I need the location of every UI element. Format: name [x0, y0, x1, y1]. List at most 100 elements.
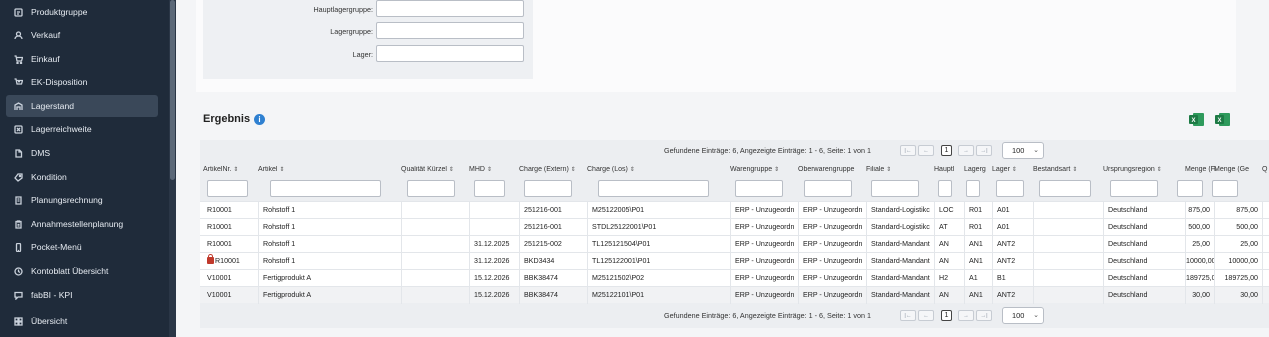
page-size-select[interactable]: 100 ⌄: [1002, 307, 1044, 324]
lagergruppe-input[interactable]: [376, 22, 524, 39]
column-filter-input[interactable]: [1212, 180, 1238, 197]
column-filter-input[interactable]: [1039, 180, 1091, 197]
sidebar-item-produktgruppe[interactable]: Produktgruppe: [6, 1, 158, 23]
table-cell: H2: [934, 270, 964, 287]
table-cell: [1262, 287, 1269, 304]
table-row[interactable]: R10001 Rohstoff 1 31.12.2025 251215-002 TL12…: [200, 235, 1269, 253]
page-size-select[interactable]: 100 ⌄: [1002, 142, 1044, 159]
column-filter-input[interactable]: [1110, 180, 1158, 197]
column-filter-input[interactable]: [804, 180, 852, 197]
column-filter-input[interactable]: [966, 180, 980, 197]
column-header[interactable]: Bestandsart ⇕: [1033, 166, 1105, 173]
column-filter-input[interactable]: [474, 180, 505, 197]
excel-icon[interactable]: X: [1214, 112, 1231, 127]
sidebar-item-verkauf[interactable]: Verkauf: [6, 24, 158, 46]
table-cell: [1033, 253, 1103, 270]
column-header[interactable]: Warengruppe ⇕: [730, 166, 800, 173]
table-row[interactable]: V10001 Fertigprodukt A 15.12.2026 BBK38474 M…: [200, 286, 1269, 304]
column-filter-input[interactable]: [207, 180, 248, 197]
column-header[interactable]: Charge (Los) ⇕: [587, 166, 732, 173]
column-header[interactable]: Menge (Fre: [1185, 166, 1216, 173]
next-page-button[interactable]: →: [958, 145, 974, 156]
column-header[interactable]: Hauptl: [934, 166, 966, 173]
sort-icon[interactable]: ⇕: [886, 167, 891, 173]
sidebar-item-lagerreichweite[interactable]: Lagerreichweite: [6, 118, 158, 140]
sidebar-item-lagerstand[interactable]: Lagerstand: [6, 95, 158, 117]
sidebar-item-übersicht[interactable]: Übersicht: [6, 310, 158, 332]
column-header[interactable]: Qualität Kürzel ⇕: [401, 166, 471, 173]
column-header[interactable]: Lager ⇕: [992, 166, 1035, 173]
column-header[interactable]: Q: [1262, 166, 1269, 173]
table-cell: M25122005\P01: [587, 202, 730, 219]
table-cell: [401, 202, 469, 219]
table-row[interactable]: R10001 Rohstoff 1 251216-001 M25122005\P01 E…: [200, 201, 1269, 219]
sort-icon[interactable]: ⇕: [487, 167, 492, 173]
sort-icon[interactable]: ⇕: [1157, 167, 1162, 173]
column-header-label: Bestandsart: [1033, 166, 1071, 173]
sidebar-item-kontoblatt-übersicht[interactable]: Kontoblatt Übersicht: [6, 260, 158, 282]
column-header[interactable]: Lagerg: [964, 166, 994, 173]
next-page-button[interactable]: →: [958, 310, 974, 321]
table-cell: AN1: [964, 287, 992, 304]
column-filter-input[interactable]: [938, 180, 952, 197]
info-icon[interactable]: i: [254, 114, 265, 125]
table-cell: B1: [992, 270, 1033, 287]
table-row[interactable]: R10001 Rohstoff 1 31.12.2026 BKD3434 TL12512…: [200, 252, 1269, 270]
table-cell: 30,00: [1214, 287, 1262, 304]
sidebar-item-einkauf[interactable]: Einkauf: [6, 48, 158, 70]
first-page-button[interactable]: |←: [900, 310, 916, 321]
column-filter-input[interactable]: [407, 180, 455, 197]
sort-icon[interactable]: ⇕: [630, 167, 635, 173]
prev-page-button[interactable]: ←: [918, 310, 934, 321]
column-header[interactable]: ArtikelNr. ⇕: [203, 166, 260, 173]
sort-icon[interactable]: ⇕: [1012, 167, 1017, 173]
sort-icon[interactable]: ⇕: [1072, 167, 1077, 173]
column-header[interactable]: Menge (Ge: [1214, 166, 1264, 173]
hauptlagergruppe-input[interactable]: [376, 0, 524, 17]
last-page-button[interactable]: →|: [976, 145, 992, 156]
prev-page-button[interactable]: ←: [918, 145, 934, 156]
sidebar-item-planungsrechnung[interactable]: Planungsrechnung: [6, 189, 158, 211]
column-header-label: Oberwarengruppe: [798, 166, 855, 173]
sidebar-item-label: fabBI - KPI: [31, 290, 73, 300]
sidebar-item-ek-disposition[interactable]: EK-Disposition: [6, 71, 158, 93]
sidebar-item-label: Lagerreichweite: [31, 124, 92, 134]
column-filter-input[interactable]: [871, 180, 919, 197]
sidebar-item-fabbi-kpi[interactable]: fabBI - KPI: [6, 284, 158, 306]
table-cell: [401, 270, 469, 287]
sidebar-item-dms[interactable]: DMS: [6, 142, 158, 164]
lager-input[interactable]: [376, 45, 524, 62]
column-filter-input[interactable]: [735, 180, 783, 197]
sort-icon[interactable]: ⇕: [449, 167, 454, 173]
column-header[interactable]: Filiale ⇕: [866, 166, 936, 173]
sort-icon[interactable]: ⇕: [233, 167, 238, 173]
table-row[interactable]: V10001 Fertigprodukt A 15.12.2026 BBK38474 M…: [200, 269, 1269, 287]
current-page-button[interactable]: 1: [941, 310, 952, 321]
sidebar-item-pocket-menü[interactable]: Pocket-Menü: [6, 236, 158, 258]
column-header[interactable]: MHD ⇕: [469, 166, 521, 173]
sidebar-item-annahmestellenplanung[interactable]: Annahmestellenplanung: [6, 213, 158, 235]
sort-icon[interactable]: ⇕: [279, 167, 284, 173]
column-filter-input[interactable]: [270, 180, 381, 197]
sidebar-item-kondition[interactable]: Kondition: [6, 166, 158, 188]
sort-icon[interactable]: ⇕: [571, 167, 576, 173]
column-header[interactable]: Ursprungsregion ⇕: [1103, 166, 1187, 173]
column-filter-input[interactable]: [996, 180, 1024, 197]
column-filter-input[interactable]: [524, 180, 572, 197]
excel-icon[interactable]: X: [1188, 112, 1205, 127]
sidebar-scrollbar[interactable]: [169, 0, 176, 337]
table-row[interactable]: R10001 Rohstoff 1 251216-001 STDL25122001\P…: [200, 218, 1269, 236]
column-header[interactable]: Charge (Extern) ⇕: [519, 166, 589, 173]
column-filter-input[interactable]: [1177, 180, 1203, 197]
column-filter-input[interactable]: [598, 180, 709, 197]
first-page-button[interactable]: |←: [900, 145, 916, 156]
column-header[interactable]: Artikel ⇕: [258, 166, 403, 173]
last-page-button[interactable]: →|: [976, 310, 992, 321]
scrollbar-thumb[interactable]: [170, 0, 175, 180]
table-cell: V10001: [207, 291, 232, 299]
current-page-button[interactable]: 1: [941, 145, 952, 156]
column-header[interactable]: Oberwarengruppe: [798, 166, 868, 173]
table-cell: R10001: [207, 206, 232, 214]
sort-icon[interactable]: ⇕: [774, 167, 779, 173]
table-cell: Fertigprodukt A: [258, 287, 401, 304]
